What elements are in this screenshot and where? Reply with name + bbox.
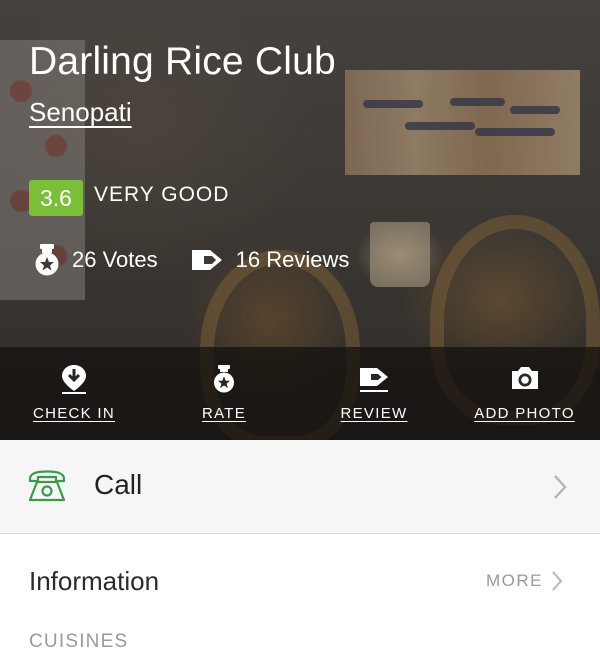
information-title: Information [29,566,160,596]
reviews-stat[interactable]: 16 Reviews [190,246,350,274]
restaurant-name: Darling Rice Club [29,40,336,83]
votes-stat[interactable]: 26 Votes [34,243,158,277]
check-in-button[interactable]: CHECK IN [30,347,118,440]
reviews-pen-icon [191,250,222,270]
camera-icon [511,367,538,389]
check-in-icon [62,365,86,394]
chevron-right-icon [552,571,563,591]
restaurant-header: Darling Rice Club Senopati 3.6 VERY GOOD… [0,0,600,440]
call-label: Call [94,469,143,500]
telephone-icon [28,470,66,502]
check-in-label: CHECK IN [32,405,116,422]
call-row[interactable]: Call [0,440,600,534]
review-pen-icon [360,368,388,392]
stats-row: 26 Votes 16 Reviews [34,243,381,277]
more-button[interactable]: MORE [486,570,563,592]
add-photo-label: ADD PHOTO [474,405,575,422]
rate-label: RATE [201,405,247,422]
review-button[interactable]: REVIEW [337,347,411,440]
rate-medal-icon [214,365,234,393]
information-section: Information MORE CUISINES [0,535,600,663]
chevron-right-icon [554,475,567,499]
reviews-count: 16 Reviews [235,247,350,272]
review-label: REVIEW [340,405,408,422]
more-label: MORE [486,571,543,590]
restaurant-locality-link[interactable]: Senopati [29,97,132,128]
cuisines-label: CUISINES [29,631,129,652]
rating-text: VERY GOOD [94,183,230,206]
rating-badge: 3.6 [29,180,83,216]
votes-count: 26 Votes [72,247,158,272]
rate-button[interactable]: RATE [198,347,250,440]
action-bar: CHECK IN RATE REVIEW ADD PHOTO [0,347,600,440]
add-photo-button[interactable]: ADD PHOTO [467,347,582,440]
votes-medal-icon [35,244,59,276]
